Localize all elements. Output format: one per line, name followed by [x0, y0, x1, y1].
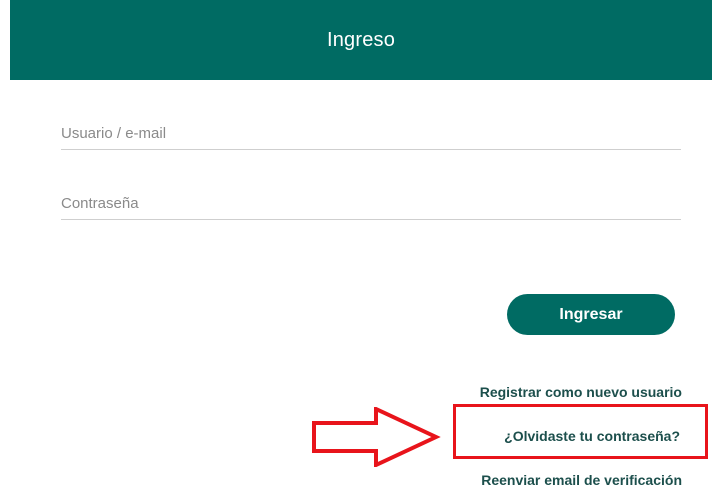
register-link[interactable]: Registrar como nuevo usuario — [480, 384, 682, 400]
highlight-box — [453, 404, 708, 459]
right-arrow-icon — [312, 407, 441, 467]
resend-verification-link[interactable]: Reenviar email de verificación — [481, 472, 682, 488]
page-title: Ingreso — [326, 28, 396, 51]
login-button[interactable]: Ingresar — [507, 294, 675, 335]
login-header: Ingreso — [10, 0, 712, 80]
password-field[interactable] — [61, 188, 681, 220]
username-email-field[interactable] — [61, 118, 681, 150]
